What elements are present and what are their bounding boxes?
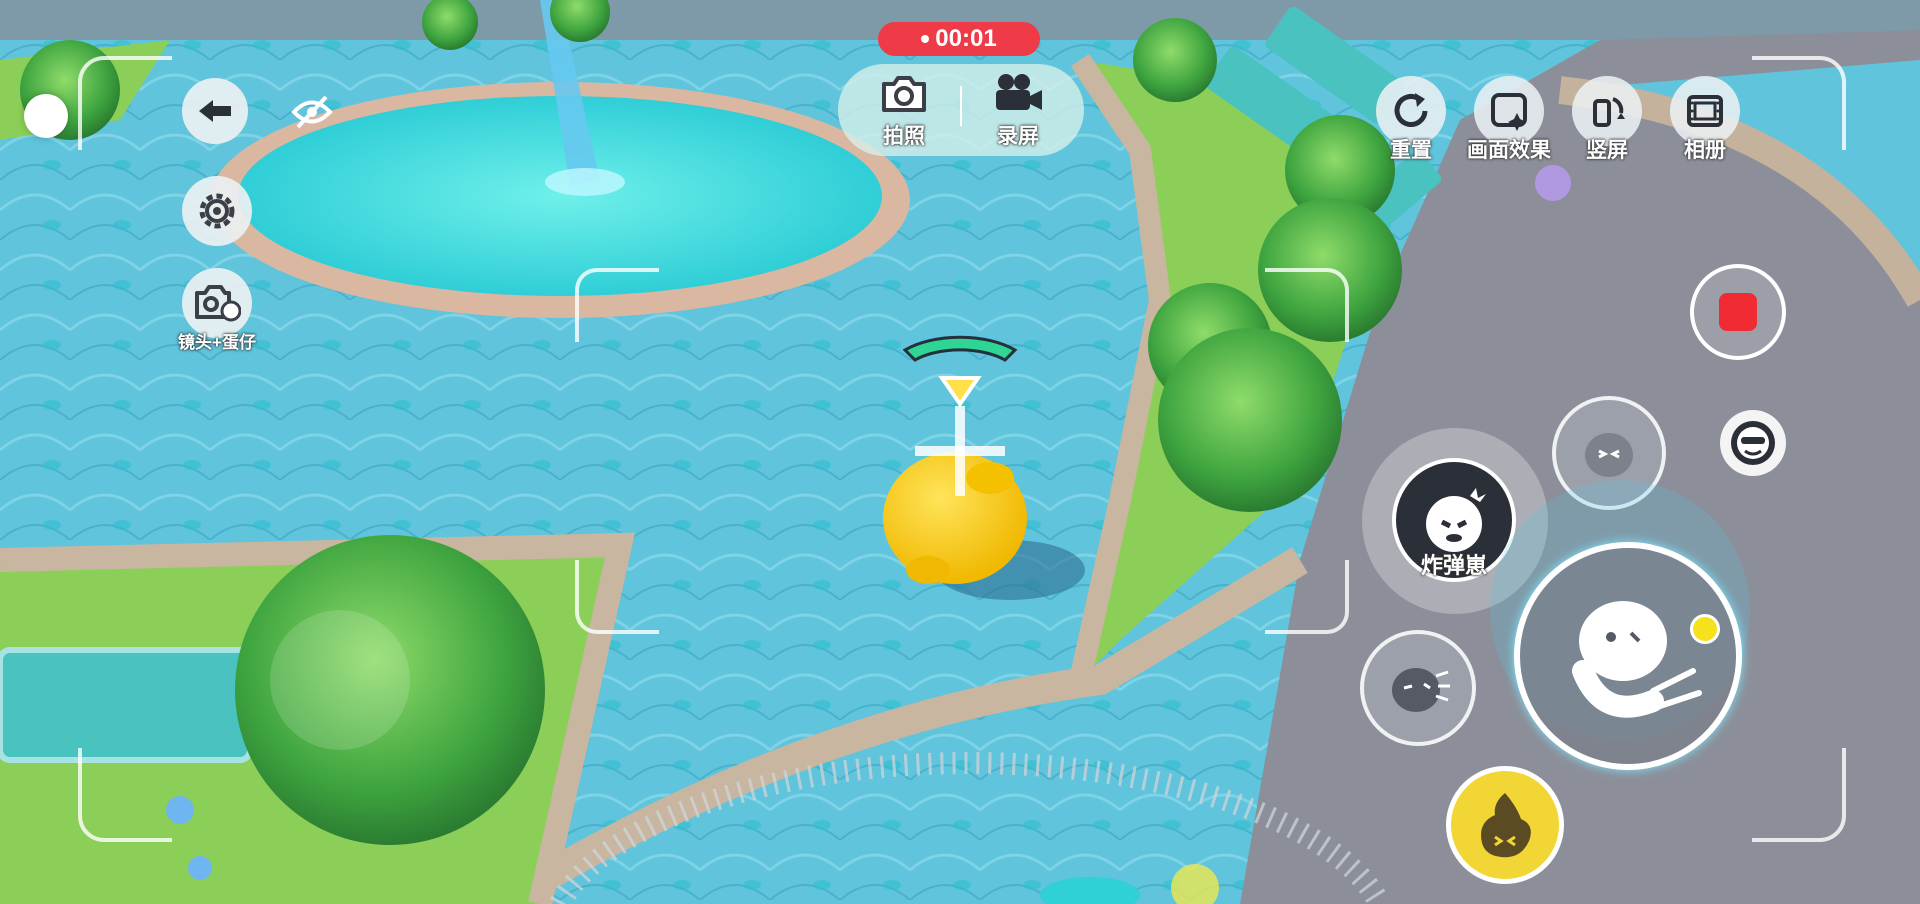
back-button[interactable]	[182, 78, 248, 144]
timer-text: 00:01	[935, 25, 997, 52]
dash-indicator-dot	[1690, 614, 1720, 644]
eye-off-icon	[291, 95, 333, 129]
photo-mode-button[interactable]: 拍照	[858, 70, 950, 152]
recording-timer: 00:01	[878, 22, 1040, 56]
status-dot	[24, 94, 68, 138]
stop-icon	[1719, 293, 1757, 331]
video-camera-icon	[996, 74, 1042, 110]
settings-button[interactable]	[182, 176, 252, 246]
photo-mode-label: 拍照	[883, 125, 925, 148]
refresh-icon	[1394, 93, 1428, 127]
dash-skill-button[interactable]	[1514, 542, 1742, 770]
egg-face-icon	[1585, 433, 1633, 477]
emote-button[interactable]	[1720, 410, 1786, 476]
album-label: 相册	[1684, 139, 1726, 162]
camera-egg-label: 镜头+蛋仔	[178, 333, 256, 352]
hide-ui-button[interactable]	[282, 86, 342, 138]
rotate-icon	[1593, 97, 1625, 127]
viewfinder-corner-bottom-right	[1752, 748, 1846, 842]
focus-corner-bottom-right	[1265, 560, 1349, 634]
viewfinder-corner-bottom-left	[78, 748, 172, 842]
record-mode-label: 录屏	[997, 125, 1039, 148]
camera-follow-icon	[195, 285, 241, 322]
effects-label: 画面效果	[1467, 139, 1551, 162]
gear-icon	[199, 193, 235, 229]
focus-corner-top-right	[1265, 268, 1349, 342]
back-arrow-icon	[199, 100, 231, 122]
capture-mode-switch: 拍照 录屏	[838, 64, 1084, 156]
mode-divider	[960, 86, 962, 126]
jump-skill-button[interactable]	[1446, 766, 1564, 884]
bomb-skill-label: 炸弹崽	[1420, 553, 1487, 578]
skill-bottom-left-button[interactable]	[1360, 630, 1476, 746]
record-mode-button[interactable]: 录屏	[968, 70, 1068, 152]
effects-icon	[1491, 93, 1527, 131]
portrait-label: 竖屏	[1586, 139, 1628, 162]
camera-icon	[882, 76, 926, 112]
film-icon	[1687, 95, 1723, 127]
viewfinder-corner-top-right	[1752, 56, 1846, 150]
dash-egg-icon	[1572, 601, 1702, 718]
focus-corner-bottom-left	[575, 560, 659, 634]
focus-corner-top-left	[575, 268, 659, 342]
stop-record-button[interactable]	[1690, 264, 1786, 360]
flame-egg-icon	[1481, 793, 1531, 858]
viewfinder-corner-top-left	[78, 56, 172, 150]
cool-face-icon	[1731, 421, 1775, 465]
recording-dot	[921, 35, 930, 43]
reset-label: 重置	[1390, 139, 1432, 162]
spin-egg-icon	[1392, 668, 1450, 712]
